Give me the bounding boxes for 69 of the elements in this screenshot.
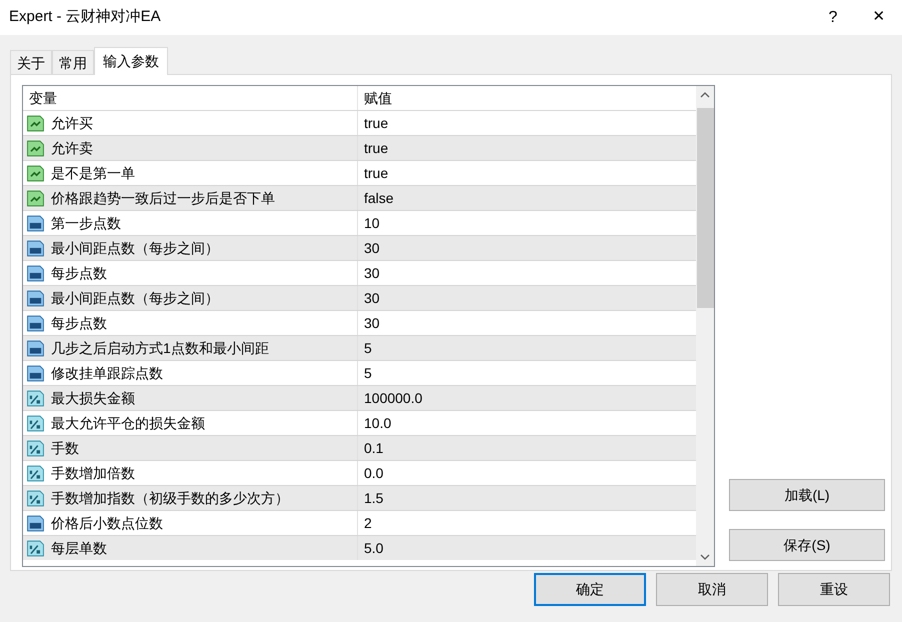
parameter-name: 最大损失金额 xyxy=(51,388,135,408)
parameter-name: 每层单数 xyxy=(51,538,107,558)
parameter-value[interactable]: false xyxy=(358,186,696,210)
parameter-value[interactable]: 5 xyxy=(358,336,696,360)
parameter-value[interactable]: 100000.0 xyxy=(358,386,696,410)
help-button[interactable]: ? xyxy=(810,0,856,35)
boolean-icon xyxy=(26,114,45,132)
parameter-value[interactable]: 30 xyxy=(358,261,696,285)
parameter-name: 每步点数 xyxy=(51,314,107,332)
fraction-icon xyxy=(26,490,45,506)
parameter-name: 允许卖 xyxy=(51,138,93,158)
parameter-value[interactable]: 30 xyxy=(358,286,696,310)
integer-icon xyxy=(26,364,45,382)
parameter-name: 手数 xyxy=(51,438,79,458)
integer-icon xyxy=(26,240,45,256)
scroll-up-icon[interactable] xyxy=(700,92,710,98)
fraction-icon xyxy=(26,390,45,406)
boolean-icon xyxy=(26,140,45,156)
parameter-name: 手数增加倍数 xyxy=(51,464,135,482)
parameter-value[interactable]: 5.0 xyxy=(358,536,696,560)
integer-icon xyxy=(26,514,45,532)
parameter-value[interactable]: true xyxy=(358,136,696,160)
parameter-name: 最小间距点数（每步之间） xyxy=(51,238,219,258)
tab[interactable]: 关于 xyxy=(10,50,52,75)
fraction-icon xyxy=(26,440,45,456)
scrollbar[interactable] xyxy=(696,86,714,566)
integer-icon xyxy=(26,214,45,232)
side-button[interactable]: 加载(L) xyxy=(729,479,885,511)
dialog-button[interactable]: 重设 xyxy=(778,573,890,606)
parameter-name: 允许买 xyxy=(51,114,93,132)
fraction-icon xyxy=(26,414,45,432)
parameter-name: 第一步点数 xyxy=(51,214,121,232)
parameter-name: 修改挂单跟踪点数 xyxy=(51,364,163,382)
parameter-value[interactable]: 10 xyxy=(358,211,696,235)
parameter-value[interactable]: 5 xyxy=(358,361,696,385)
close-button[interactable]: ✕ xyxy=(856,0,902,35)
integer-icon xyxy=(26,290,45,306)
integer-icon xyxy=(26,264,45,282)
tab[interactable]: 常用 xyxy=(52,50,94,75)
boolean-icon xyxy=(26,164,45,182)
scroll-thumb[interactable] xyxy=(696,108,714,308)
scroll-down-icon[interactable] xyxy=(700,554,710,560)
fraction-icon xyxy=(26,464,45,482)
dialog-button[interactable]: 确定 xyxy=(534,573,646,606)
parameter-value[interactable]: 0.0 xyxy=(358,461,696,485)
parameter-name: 是不是第一单 xyxy=(51,164,135,182)
parameter-value[interactable]: 30 xyxy=(358,236,696,260)
parameter-name: 最小间距点数（每步之间） xyxy=(51,288,219,308)
parameter-name: 手数增加指数（初级手数的多少次方） xyxy=(51,488,289,508)
parameter-value[interactable]: 2 xyxy=(358,511,696,535)
parameter-name: 几步之后启动方式1点数和最小间距 xyxy=(51,338,269,358)
parameter-name: 价格跟趋势一致后过一步后是否下单 xyxy=(51,188,275,208)
boolean-icon xyxy=(26,190,45,206)
parameter-value[interactable]: 30 xyxy=(358,311,696,335)
tab[interactable]: 输入参数 xyxy=(94,47,168,75)
window-title: Expert - 云财神对冲EA xyxy=(9,7,162,28)
side-button[interactable]: 保存(S) xyxy=(729,529,885,561)
integer-icon xyxy=(26,314,45,332)
dialog-button[interactable]: 取消 xyxy=(656,573,768,606)
parameter-value[interactable]: 1.5 xyxy=(358,486,696,510)
parameter-value[interactable]: true xyxy=(358,111,696,135)
integer-icon xyxy=(26,340,45,356)
parameter-value[interactable]: true xyxy=(358,161,696,185)
parameter-name: 最大允许平仓的损失金额 xyxy=(51,414,205,432)
parameter-name: 每步点数 xyxy=(51,264,107,282)
parameter-value[interactable]: 0.1 xyxy=(358,436,696,460)
fraction-icon xyxy=(26,540,45,556)
parameter-name: 价格后小数点位数 xyxy=(51,514,163,532)
parameter-value[interactable]: 10.0 xyxy=(358,411,696,435)
